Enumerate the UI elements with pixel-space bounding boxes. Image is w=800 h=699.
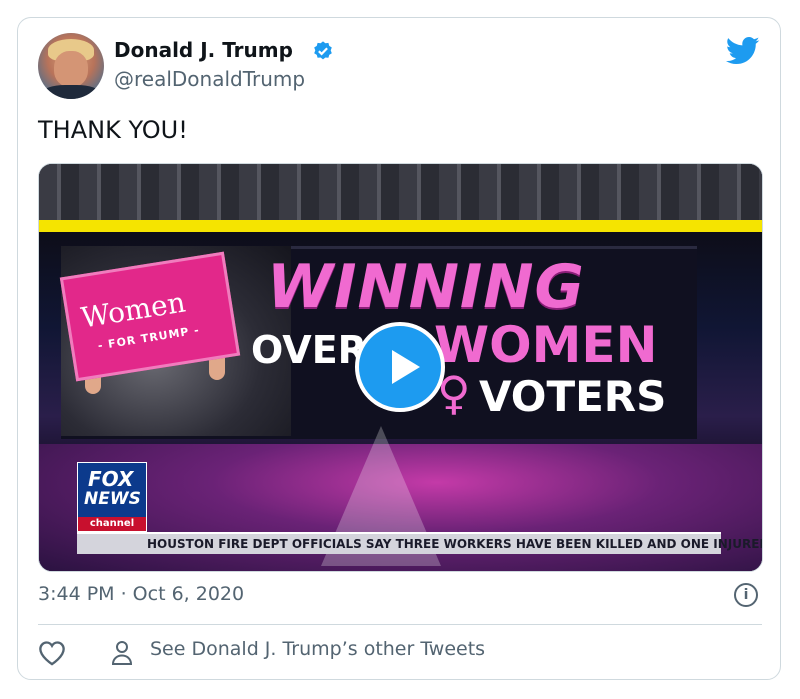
fox-logo-line1: FOX <box>88 467 134 491</box>
play-button[interactable] <box>355 322 445 412</box>
ticker-text: HOUSTON FIRE DEPT OFFICIALS SAY THREE WO… <box>147 537 763 551</box>
studio-yellow-bar <box>39 220 762 232</box>
headline-over: OVER <box>251 328 367 372</box>
headline-voters: VOTERS <box>479 372 667 421</box>
fox-logo-line2: NEWS <box>84 489 141 509</box>
see-other-tweets-link[interactable]: See Donald J. Trump’s other Tweets <box>150 638 485 660</box>
news-ticker: HOUSTON FIRE DEPT OFFICIALS SAY THREE WO… <box>77 532 762 554</box>
studio-ceiling-lights <box>39 164 762 222</box>
headline-winning: WINNING <box>267 252 585 322</box>
avatar[interactable] <box>38 33 104 99</box>
avatar-suit <box>42 85 100 99</box>
footer-divider <box>38 624 762 625</box>
video-player[interactable]: Women - FOR TRUMP - WINNING OVER WOMEN ♀… <box>38 163 763 572</box>
tweet-text: THANK YOU! <box>38 116 188 144</box>
twitter-bird-icon[interactable] <box>726 36 760 66</box>
fox-logo-line3: channel <box>78 517 146 531</box>
tweet-card[interactable]: Donald J. Trump @realDonaldTrump THANK Y… <box>17 17 781 680</box>
fox-news-logo: FOX NEWS channel <box>77 462 147 532</box>
verified-badge-icon <box>314 41 332 60</box>
author-handle[interactable]: @realDonaldTrump <box>114 67 305 91</box>
heart-icon[interactable] <box>38 640 66 666</box>
author-name[interactable]: Donald J. Trump <box>114 38 293 62</box>
avatar-face <box>54 51 88 87</box>
person-icon <box>111 641 133 665</box>
info-icon[interactable]: i <box>734 583 758 607</box>
tweet-timestamp[interactable]: 3:44 PM · Oct 6, 2020 <box>38 583 244 605</box>
